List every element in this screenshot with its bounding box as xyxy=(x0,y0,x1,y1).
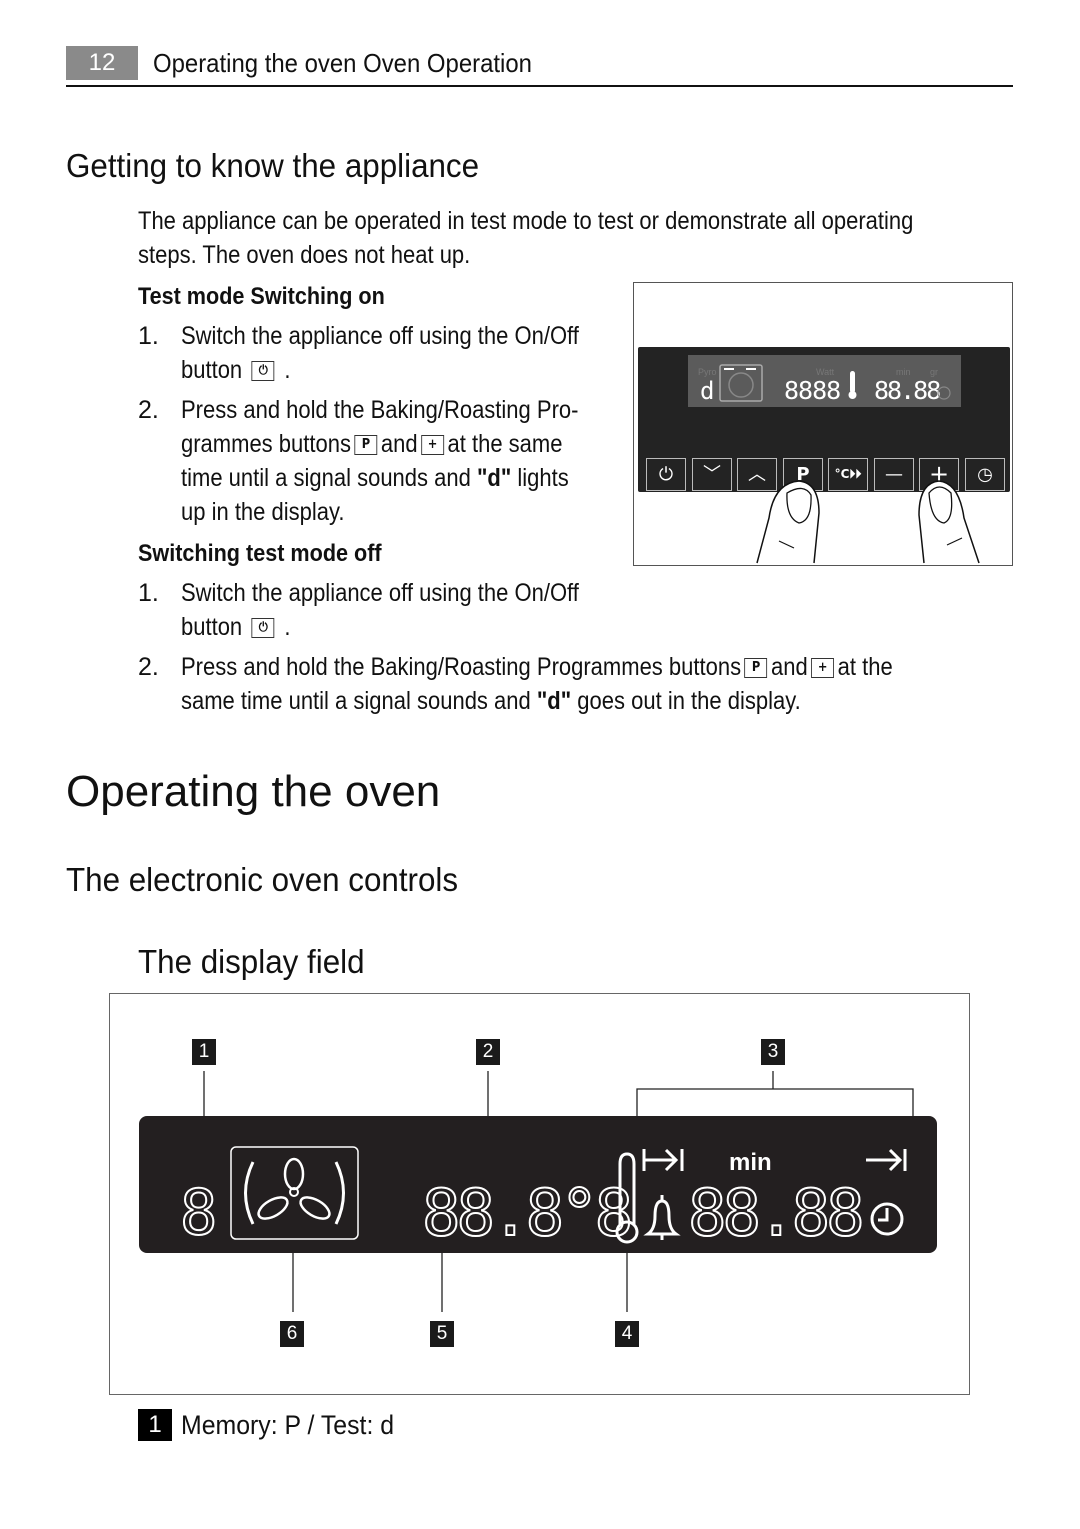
section-title-getting-to-know: Getting to know the appliance xyxy=(66,147,480,184)
step-text-fragment: and xyxy=(380,430,418,458)
display-field-graphic: 8 88.8°8 min 88.88 xyxy=(139,1071,937,1312)
header-divider xyxy=(66,85,1013,87)
temperature-digits: 88.8°8 xyxy=(422,1177,630,1251)
step-number: 2. xyxy=(138,396,159,424)
step-number: 1. xyxy=(138,579,159,607)
step-text-fragment: time until a signal sounds and xyxy=(181,464,471,492)
test-char: "d" xyxy=(476,464,512,492)
test-on-heading: Test mode Switching on xyxy=(138,283,385,310)
step-text-fragment: . xyxy=(284,613,291,641)
fingers-illustration xyxy=(756,480,980,564)
step-text-fragment: lights xyxy=(517,464,569,492)
step-text: grammes buttons Pand + at the same xyxy=(181,427,562,461)
control-panel-figure: Pyro d Watt 8888 min gr 88.88 ⏻ ﹀ ︿ P °C… xyxy=(633,282,1013,566)
intro-text-line2: steps. The oven does not heat up. xyxy=(138,241,471,269)
chapter-title: Operating the oven xyxy=(66,767,441,816)
legend-number: 1 xyxy=(138,1409,172,1441)
programme-key-icon: P xyxy=(354,435,378,456)
step-text: Press and hold the Baking/Roasting Progr… xyxy=(181,650,893,684)
section-title-display-field: The display field xyxy=(138,943,365,980)
power-icon: ⏻ xyxy=(251,361,275,382)
step-text: same time until a signal sounds and "d" … xyxy=(181,684,801,718)
min-label: min xyxy=(729,1149,772,1176)
step-text-fragment: and xyxy=(771,653,808,681)
power-icon: ⏻ xyxy=(251,618,275,639)
step-text-fragment: goes out in the display. xyxy=(577,687,801,715)
test-char: "d" xyxy=(536,687,572,715)
step-text-fragment: at the same xyxy=(447,430,563,458)
display-field-figure: 1 2 3 4 5 6 8 88.8°8 min 88.88 xyxy=(109,993,970,1395)
step-text: Switch the appliance off using the On/Of… xyxy=(181,322,579,350)
step-text: Switch the appliance off using the On/Of… xyxy=(181,579,579,607)
intro-text-line1: The appliance can be operated in test mo… xyxy=(138,207,914,235)
step-text-fragment: grammes buttons xyxy=(181,430,351,458)
step-text-fragment: at the xyxy=(837,653,893,681)
plus-key-icon: + xyxy=(421,435,444,456)
running-title: Operating the oven Oven Operation xyxy=(153,48,532,78)
step-text-fragment: same time until a signal sounds and xyxy=(181,687,531,715)
plus-key-icon: + xyxy=(811,658,835,679)
page-number: 12 xyxy=(66,46,138,80)
step-text: Press and hold the Baking/Roasting Pro- xyxy=(181,396,579,424)
step-text: up in the display. xyxy=(181,498,345,526)
memory-test-digit: 8 xyxy=(180,1176,217,1249)
step-text-fragment: . xyxy=(284,356,291,384)
step-text-fragment: Press and hold the Baking/Roasting Progr… xyxy=(181,653,742,681)
section-title-controls: The electronic oven controls xyxy=(66,861,459,898)
programme-key-icon: P xyxy=(744,658,768,679)
step-text-fragment: button xyxy=(181,613,243,641)
time-digits: 88.88 xyxy=(688,1177,861,1251)
step-text-fragment: button xyxy=(181,356,243,384)
step-number: 2. xyxy=(138,653,159,681)
step-text: button ⏻ . xyxy=(181,610,290,644)
legend-text: Memory: P / Test: d xyxy=(181,1410,395,1440)
step-text: time until a signal sounds and "d" light… xyxy=(181,461,569,495)
step-text: button ⏻ . xyxy=(181,353,290,387)
test-off-heading: Switching test mode off xyxy=(138,540,382,567)
step-number: 1. xyxy=(138,322,159,350)
